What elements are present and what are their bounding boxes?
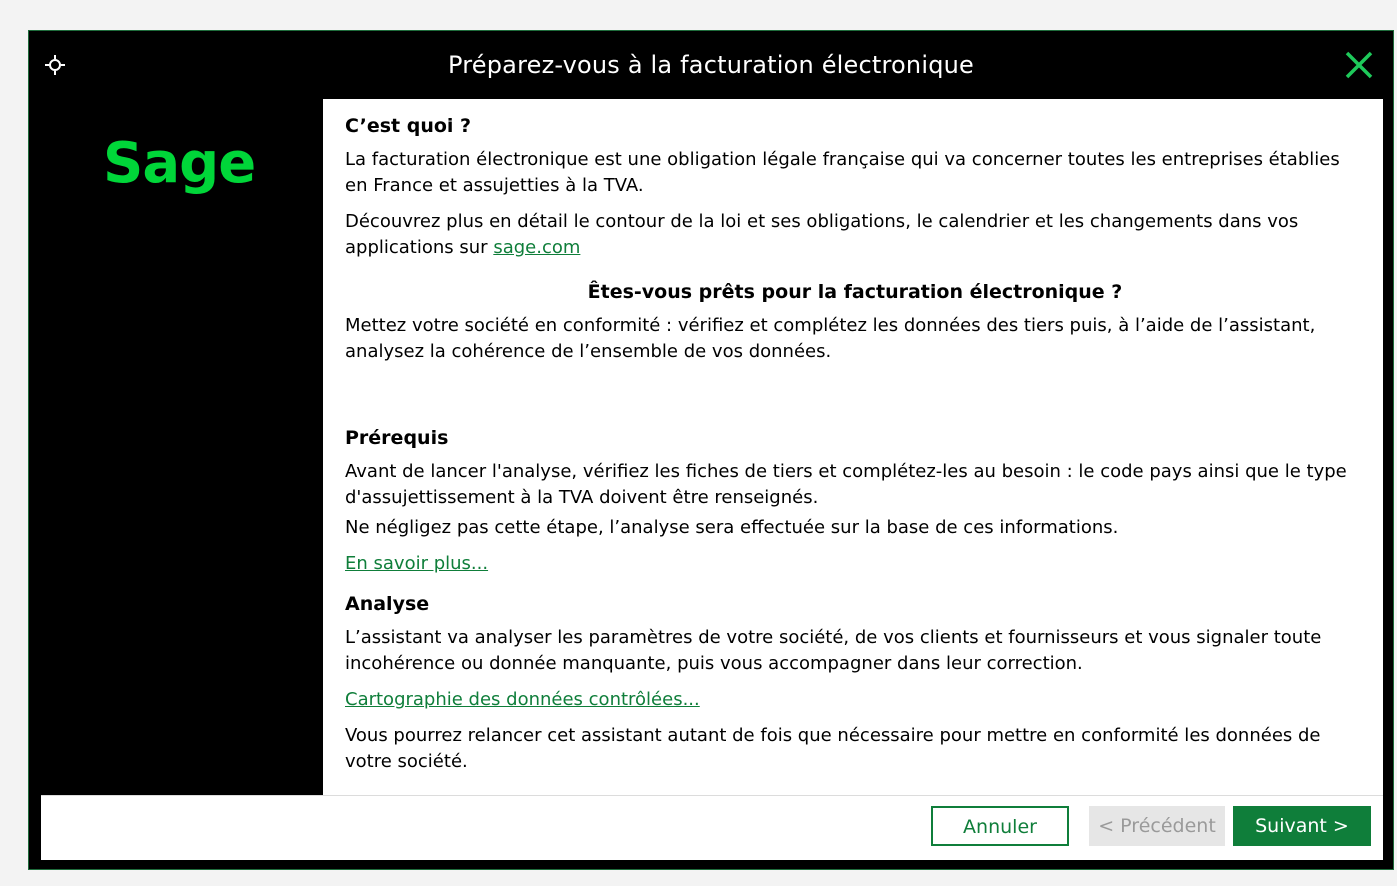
learn-more-link[interactable]: En savoir plus... [345, 553, 488, 574]
next-button[interactable]: Suivant > [1233, 806, 1371, 846]
close-icon[interactable] [1343, 49, 1375, 81]
cancel-button[interactable]: Annuler [931, 806, 1069, 846]
content-area: Sage C’est quoi ? La facturation électro… [41, 99, 1383, 795]
section-heading-what: C’est quoi ? [345, 115, 472, 137]
section-heading-ready: Êtes-vous prêts pour la facturation élec… [587, 281, 1123, 303]
paragraph-discover-text: Découvrez plus en détail le contour de l… [345, 211, 1299, 258]
paragraph-analysis: L’assistant va analyser les paramètres d… [345, 627, 1322, 674]
window-title: Préparez-vous à la facturation électroni… [447, 51, 975, 79]
section-heading-analysis: Analyse [345, 593, 430, 615]
sage-com-link[interactable]: sage.com [493, 237, 580, 258]
paragraph-compliance: Mettez votre société en conformité : vér… [345, 315, 1316, 362]
sage-logo: Sage [103, 131, 256, 196]
main-content: C’est quoi ? La facturation électronique… [345, 113, 1365, 785]
section-heading-prerequisites: Prérequis [345, 427, 449, 449]
paragraph-discover: Découvrez plus en détail le contour de l… [345, 209, 1365, 261]
paragraph-rerun: Vous pourrez relancer cet assistant auta… [345, 725, 1321, 772]
wizard-dialog: Préparez-vous à la facturation électroni… [28, 30, 1394, 870]
button-bar: Annuler < Précédent Suivant > [41, 795, 1383, 860]
paragraph-prerequisites: Avant de lancer l'analyse, vérifiez les … [345, 461, 1347, 508]
data-mapping-link[interactable]: Cartographie des données contrôlées... [345, 689, 700, 710]
previous-button[interactable]: < Précédent [1089, 806, 1225, 846]
title-bar: Préparez-vous à la facturation électroni… [29, 31, 1393, 99]
paragraph-warning: Ne négligez pas cette étape, l’analyse s… [345, 517, 1119, 538]
sidebar: Sage [41, 99, 323, 795]
paragraph-intro: La facturation électronique est une obli… [345, 149, 1340, 196]
